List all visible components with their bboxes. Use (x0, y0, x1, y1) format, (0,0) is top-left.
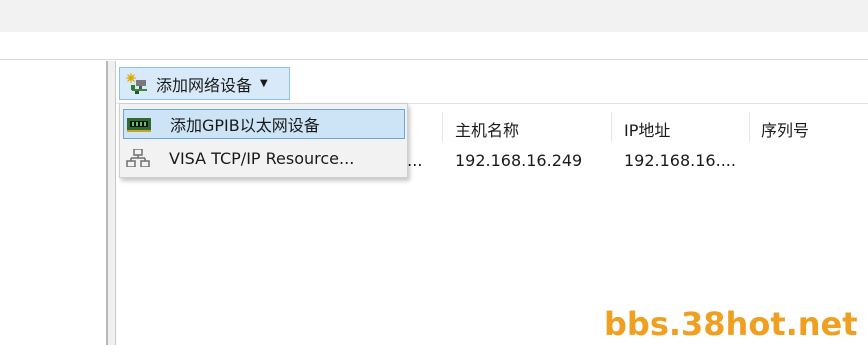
pane-splitter[interactable] (108, 61, 115, 345)
window-top-bar (0, 0, 868, 32)
network-add-icon (126, 72, 148, 95)
add-network-device-label: 添加网络设备 (156, 75, 253, 95)
table-cell-ip[interactable]: 192.168.16.... (624, 151, 736, 170)
caret-down-icon: ▼ (260, 78, 268, 89)
column-header-ip[interactable]: IP地址 (624, 117, 670, 141)
menu-item-label: VISA TCP/IP Resource... (169, 148, 355, 168)
menu-item-visa-tcpip-resource[interactable]: VISA TCP/IP Resource... (123, 143, 405, 173)
column-separator[interactable] (442, 112, 443, 142)
add-device-dropdown-menu: 添加GPIB以太网设备 VISA TCP/IP Resource... (119, 103, 408, 178)
menu-item-label: 添加GPIB以太网设备 (170, 116, 320, 135)
gpib-card-icon (127, 115, 151, 133)
menu-item-add-gpib-ethernet[interactable]: 添加GPIB以太网设备 (123, 109, 405, 139)
column-header-hostname[interactable]: 主机名称 (455, 117, 519, 141)
column-separator[interactable] (611, 112, 612, 142)
network-tree-icon (126, 148, 150, 168)
device-tree-pane[interactable] (0, 61, 106, 345)
add-network-device-button[interactable]: 添加网络设备 ▼ (119, 67, 290, 100)
column-header-serial[interactable]: 序列号 (761, 117, 809, 141)
top-separator (0, 59, 868, 60)
table-cell-hostname[interactable]: 192.168.16.249 (455, 151, 582, 170)
column-separator[interactable] (749, 112, 750, 142)
watermark: bbs.38hot.net (604, 305, 858, 343)
